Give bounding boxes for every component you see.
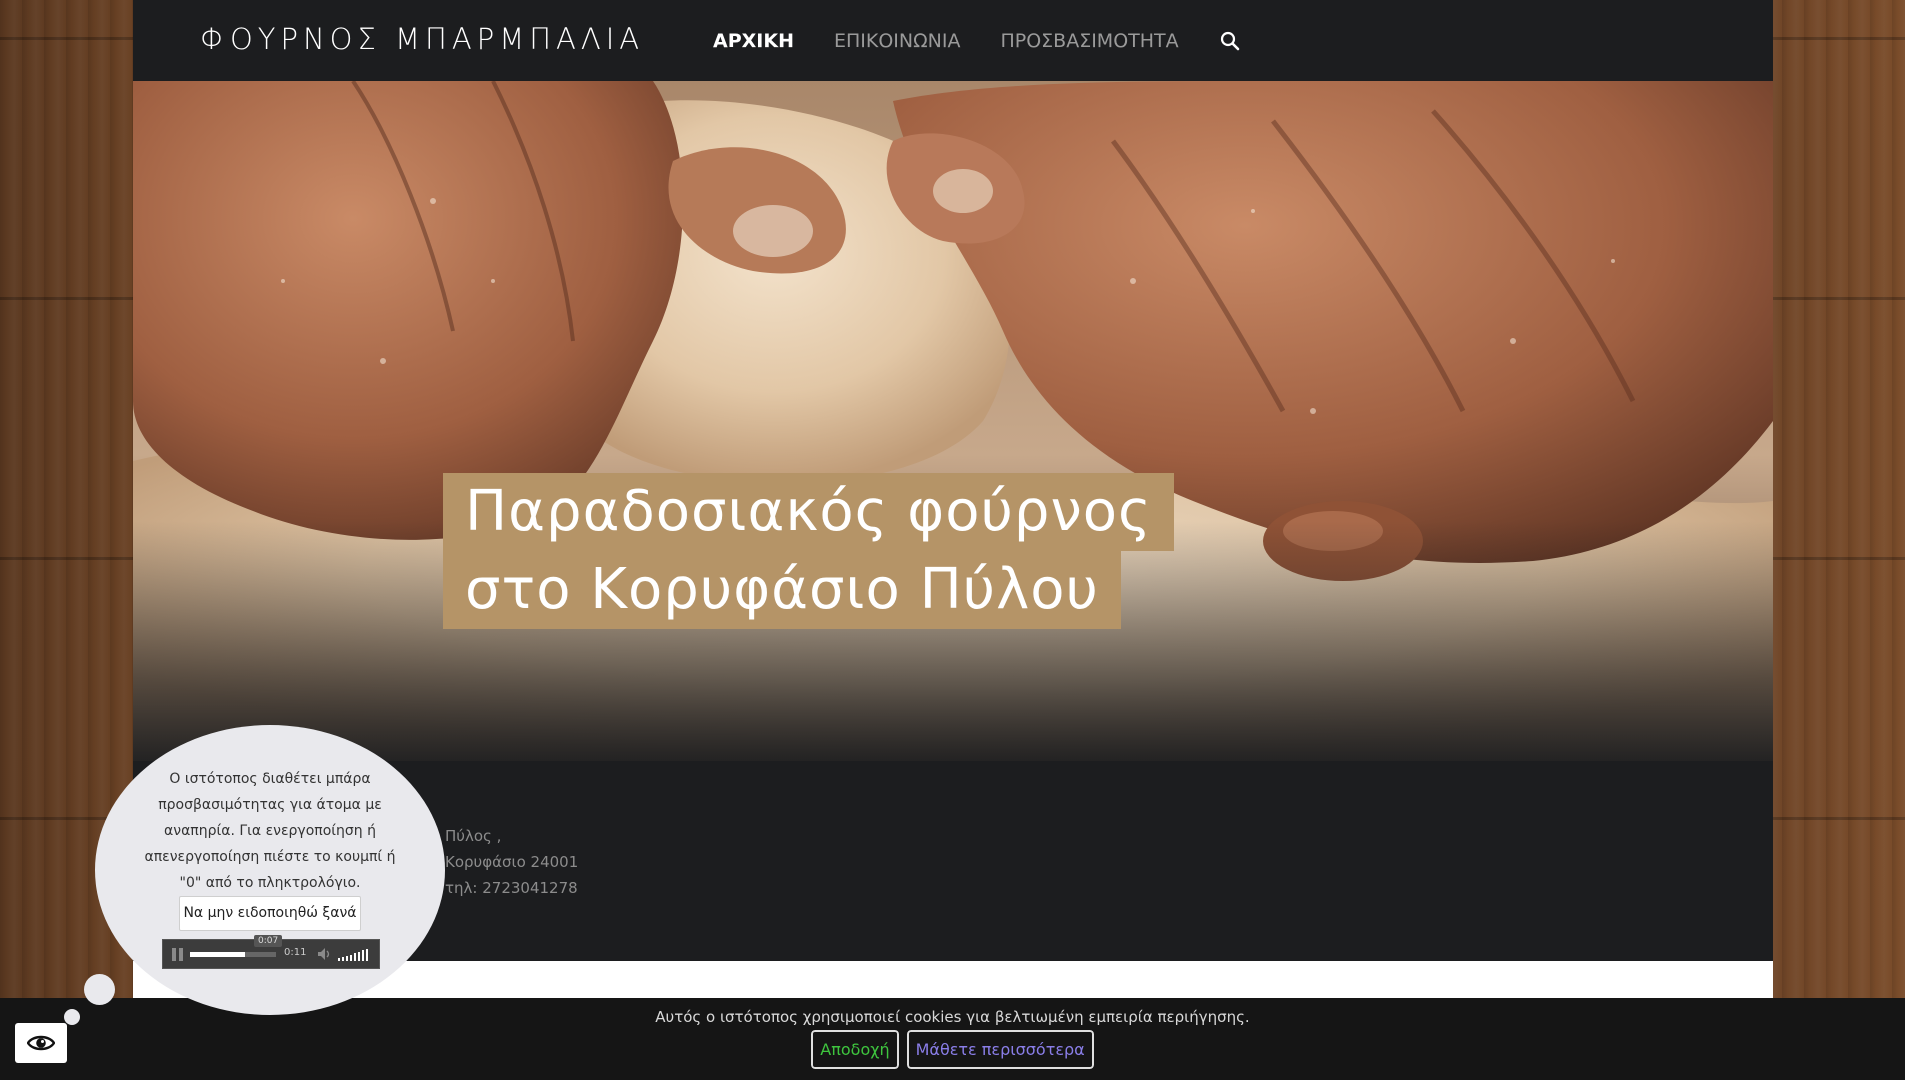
audio-seek-bar[interactable]: 0:07 — [190, 935, 283, 957]
search-icon[interactable] — [1219, 30, 1241, 52]
hero-caption: Παραδοσιακός φούρνος στο Κορυφάσιο Πύλου — [443, 473, 1174, 629]
accessibility-message: Ο ιστότοπος διαθέτει μπάρα προσβασιμότητ… — [144, 771, 396, 891]
volume-slider[interactable] — [338, 947, 372, 961]
hero-caption-line-1: Παραδοσιακός φούρνος — [443, 473, 1174, 551]
cookie-learn-more-button[interactable]: Μάθετε περισσότερα — [905, 1029, 1095, 1070]
navbar: ΦΟΥΡΝΟΣ ΜΠΑΡΜΠΑΛΙΑ ΑΡΧΙΚΗ ΕΠΙΚΟΙΝΩΝΙΑ ΠΡ… — [133, 0, 1773, 81]
main-nav: ΑΡΧΙΚΗ ΕΠΙΚΟΙΝΩΝΙΑ ΠΡΟΣΒΑΣΙΜΟΤΗΤΑ — [713, 0, 1241, 81]
hero-banner: Παραδοσιακός φούρνος στο Κορυφάσιο Πύλου — [133, 81, 1773, 761]
audio-progress-fill — [190, 952, 246, 957]
site-brand[interactable]: ΦΟΥΡΝΟΣ ΜΠΑΡΜΠΑΛΙΑ — [200, 22, 644, 56]
cookie-buttons: Αποδοχή Μάθετε περισσότερα — [0, 1029, 1905, 1070]
phone-number[interactable]: τηλ: 2723041278 — [445, 875, 578, 901]
dont-notify-again-button[interactable]: Να μην ειδοποιηθώ ξανά — [179, 896, 361, 931]
hero-caption-line-2: στο Κορυφάσιο Πύλου — [443, 551, 1121, 629]
address-block: Πύλος , Κορυφάσιο 24001 τηλ: 2723041278 — [445, 823, 578, 901]
volume-icon[interactable] — [316, 946, 332, 962]
nav-item-accessibility[interactable]: ΠΡΟΣΒΑΣΙΜΟΤΗΤΑ — [1000, 30, 1178, 52]
nav-item-contact[interactable]: ΕΠΙΚΟΙΝΩΝΙΑ — [834, 30, 960, 52]
eye-icon — [27, 1035, 55, 1051]
audio-player: 0:07 0:11 — [162, 935, 380, 969]
hero-image-kneading-dough — [133, 81, 1773, 761]
audio-duration: 0:11 — [284, 947, 307, 958]
address-area: Κορυφάσιο 24001 — [445, 853, 579, 871]
popup-tail-dot — [84, 974, 115, 1005]
popup-tail-dot-small — [64, 1009, 80, 1025]
cookie-accept-button[interactable]: Αποδοχή — [810, 1029, 900, 1070]
accessibility-toggle-button[interactable] — [15, 1023, 67, 1063]
address-city: Πύλος , — [445, 827, 502, 845]
audio-time-tooltip: 0:07 — [254, 935, 283, 947]
pause-icon[interactable] — [172, 948, 184, 961]
nav-item-home[interactable]: ΑΡΧΙΚΗ — [713, 30, 794, 52]
